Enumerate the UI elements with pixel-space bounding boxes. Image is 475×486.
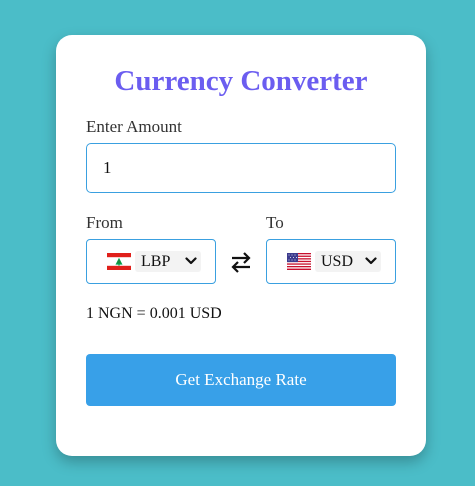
from-currency-dropdown[interactable]: LBP — [135, 251, 201, 272]
page-title: Currency Converter — [114, 65, 368, 97]
amount-label: Enter Amount — [86, 117, 182, 136]
get-exchange-rate-button[interactable]: Get Exchange Rate — [86, 354, 396, 406]
exchange-rate-text: 1 NGN = 0.001 USD — [86, 305, 222, 322]
from-currency-code: LBP — [141, 253, 171, 270]
to-currency-select[interactable]: USD — [266, 239, 396, 284]
from-label: From — [86, 213, 123, 232]
chevron-down-icon — [365, 257, 377, 265]
usa-flag-icon — [287, 253, 311, 270]
to-label: To — [266, 213, 284, 232]
to-currency-code: USD — [321, 253, 354, 270]
converter-card: Currency Converter Enter Amount From To … — [56, 35, 426, 456]
lebanon-flag-icon — [107, 253, 131, 270]
swap-arrows-icon[interactable] — [228, 249, 254, 275]
from-currency-select[interactable]: LBP — [86, 239, 216, 284]
amount-input[interactable] — [86, 143, 396, 193]
to-currency-dropdown[interactable]: USD — [315, 251, 381, 272]
chevron-down-icon — [185, 257, 197, 265]
